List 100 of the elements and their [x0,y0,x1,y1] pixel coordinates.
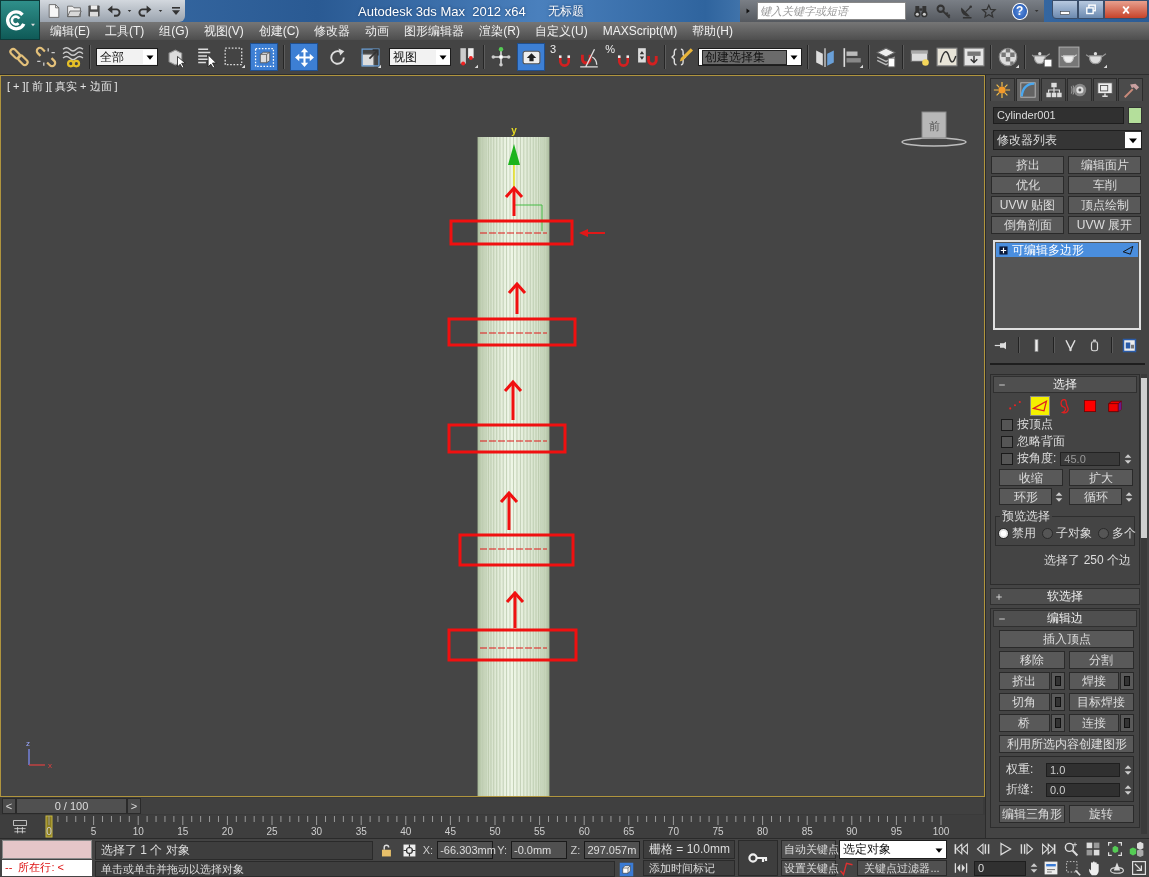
radio-button[interactable] [1098,528,1109,539]
radio-button[interactable] [1042,528,1053,539]
spinner-field[interactable]: 0.0 [1046,782,1120,797]
settings-button[interactable] [1120,714,1134,732]
rollout-header[interactable]: 选择 [993,376,1137,393]
checkbox[interactable] [1001,418,1013,431]
modifier-button[interactable]: 挤出 [991,156,1064,174]
selection-button[interactable]: 环形 [999,488,1052,505]
snap-toggle-button[interactable]: 3 [550,44,574,70]
coordinate-field[interactable]: -66.303mm [437,841,494,859]
edit-edge-button[interactable]: 分割 [1068,651,1134,669]
key-button[interactable] [738,840,778,876]
page-icon[interactable] [46,3,62,19]
move-gizmo[interactable] [508,144,543,232]
edit-edge-button[interactable]: 移除 [999,651,1065,669]
modifier-button[interactable]: UVW 贴图 [991,196,1064,214]
time-slider-thumb[interactable]: 0 / 100 [16,798,127,814]
move-button[interactable] [290,43,318,71]
help-button[interactable]: ? [1011,2,1028,20]
zoom-icon[interactable] [1062,841,1080,857]
radio-button[interactable] [998,528,1009,539]
check-curve-icon[interactable] [839,860,854,876]
checkbox[interactable] [1001,452,1013,465]
angle-field[interactable]: 45.0 [1060,451,1121,466]
next-frame-icon[interactable] [1018,841,1036,857]
menu-item[interactable]: 渲染(R) [479,22,520,40]
checker-sphere-icon[interactable] [996,46,1019,68]
crosshair-square-icon[interactable] [401,842,417,858]
edit-edge-button[interactable]: 编辑三角形 [999,805,1065,823]
angle-magnet-icon[interactable] [578,46,601,68]
curved-left-arrow-icon[interactable] [106,3,122,19]
panel-tab[interactable] [1015,78,1041,101]
dashed-rectangle-icon[interactable] [223,46,245,68]
menu-item[interactable]: 修改器 [314,22,351,40]
menu-item[interactable]: 动画 [365,22,390,40]
layers-icon[interactable] [874,46,897,68]
skip-start-icon[interactable] [952,841,970,857]
edit-edge-button[interactable]: 利用所选内容创建图形 [999,735,1134,753]
panel-tab[interactable] [1041,78,1066,101]
selection-button[interactable]: 收缩 [999,469,1063,486]
viewcube[interactable] [901,111,967,147]
menu-item[interactable]: 创建(C) [258,22,300,40]
edit-edge-button[interactable]: 切角 [999,693,1050,711]
frame-field[interactable]: 0 [974,860,1026,876]
menu-item[interactable]: 帮助(H) [692,22,733,40]
maximize-viewport-icon[interactable] [1130,860,1148,876]
settings-button[interactable] [1050,714,1065,732]
panel-tab[interactable] [1118,78,1144,101]
modifier-button[interactable]: UVW 展开 [1068,216,1141,234]
shortcut-override-button[interactable] [517,43,545,71]
stacked-cubes-icon[interactable] [1128,841,1146,857]
viewport[interactable]: [ + ][ 前 ][ 真实 + 边面 ] y 前 z x [0,75,985,797]
curve-graph-icon[interactable] [935,46,958,68]
padlock-icon[interactable] [379,842,394,858]
menu-item[interactable]: 自定义(U) [535,22,588,40]
edit-edge-button[interactable]: 插入顶点 [999,630,1134,648]
edit-edge-button[interactable]: 焊接 [1068,672,1119,690]
key-mode-icon[interactable] [952,860,970,876]
rollout-header[interactable]: 软选择 [990,588,1140,605]
modifier-button[interactable]: 车削 [1068,176,1141,194]
settings-button[interactable] [1050,693,1065,711]
time-tag-field[interactable]: 添加时间标记 [643,860,735,876]
broken-chain-icon[interactable] [35,46,57,68]
edit-edge-button[interactable]: 连接 [1068,714,1119,732]
dashed-region-icon[interactable] [1064,860,1082,876]
skip-end-icon[interactable] [1040,841,1058,857]
key-set-dropdown[interactable]: 选定对象 [839,840,947,859]
time-marker[interactable] [45,815,53,838]
set-key-button[interactable]: 设置关键点 [781,860,836,876]
teapot-frame-icon[interactable] [1057,46,1080,68]
chain-link-icon[interactable] [8,46,30,68]
cylinder-mesh[interactable] [477,136,550,796]
panel-tab[interactable] [1067,78,1092,101]
menu-item[interactable]: MAXScript(M) [602,24,678,38]
checkbox[interactable] [1001,435,1013,448]
selection-button[interactable]: 循环 [1069,488,1122,505]
object-name-field[interactable]: Cylinder001 [993,107,1124,124]
color-swatch-icon[interactable] [1128,107,1142,124]
subobject-button[interactable] [1030,396,1050,416]
minimize-button[interactable] [1052,0,1078,19]
menu-item[interactable]: 视图(V) [203,22,244,40]
modifier-button[interactable]: 优化 [991,176,1064,194]
stack-item[interactable]: 可编辑多边形 [996,243,1138,257]
coordinate-field[interactable]: -0.0mm [511,841,567,859]
edit-edge-button[interactable]: 挤出 [999,672,1050,690]
selection-filter-dropdown[interactable]: 全部 [96,48,158,66]
window-crossing-button[interactable] [250,43,278,71]
folder-icon[interactable] [66,3,82,19]
spinner-arrows-icon[interactable] [1030,861,1038,875]
align-bars-icon[interactable] [840,46,863,68]
previous-button[interactable]: < [2,798,16,814]
percent-snap-button[interactable]: % [605,44,632,70]
coordinate-system-dropdown[interactable]: 视图 [389,48,451,66]
rollout-header[interactable]: 编辑边 [993,610,1137,627]
panel-tab[interactable] [1092,78,1118,101]
named-selection-dropdown[interactable]: 创建选择集 [697,48,802,66]
key-filters-button[interactable]: 关键点过滤器... [857,860,947,876]
panel-tab[interactable] [990,78,1015,101]
spinner-field[interactable]: 1.0 [1046,762,1120,777]
list-cursor-icon[interactable] [196,46,218,68]
